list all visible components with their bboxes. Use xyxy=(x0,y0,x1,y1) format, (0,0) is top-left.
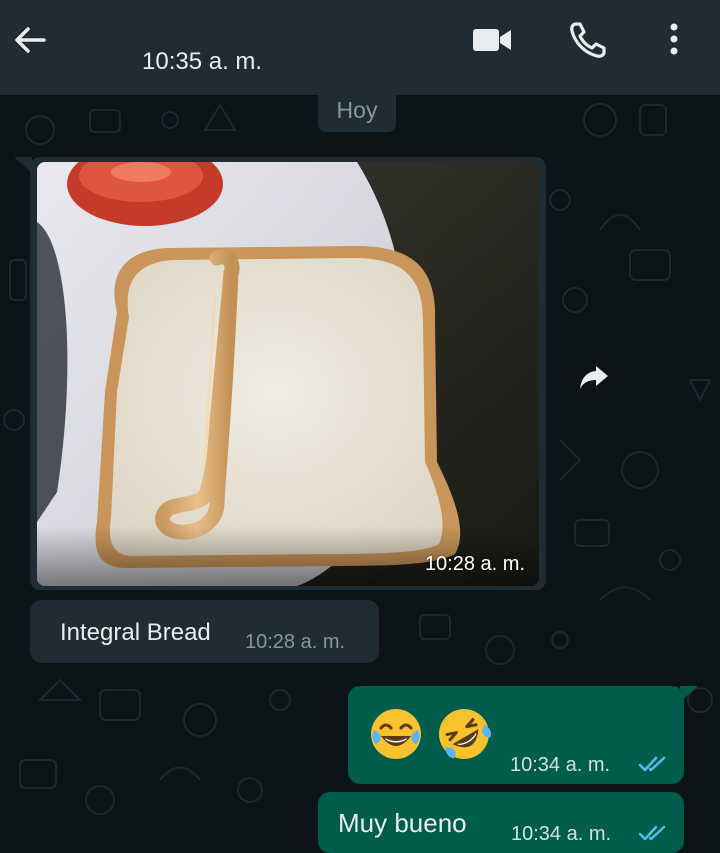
face-with-tears-of-joy-icon xyxy=(371,709,421,759)
message-timestamp: 10:34 a. m. xyxy=(511,823,612,845)
outgoing-text-bubble[interactable]: Muy bueno 10:34 a. m. xyxy=(318,792,684,853)
message-text: Integral Bread xyxy=(60,619,211,646)
forward-button[interactable] xyxy=(576,358,612,394)
bread-with-mustard-image xyxy=(37,162,539,586)
back-button[interactable] xyxy=(10,20,50,60)
rolling-on-floor-laughing-icon xyxy=(439,709,492,759)
header-subtitle-time: 10:35 a. m. xyxy=(142,48,263,75)
outgoing-emoji-bubble[interactable]: 10:34 a. m. xyxy=(348,686,684,784)
chat-header: 10:35 a. m. xyxy=(0,0,720,95)
photo-timestamp: 10:28 a. m. xyxy=(424,553,525,575)
message-timestamp: 10:28 a. m. xyxy=(245,631,346,653)
message-photo[interactable]: 10:28 a. m. xyxy=(37,162,539,586)
voice-call-button[interactable] xyxy=(566,18,610,62)
incoming-text-bubble[interactable]: Integral Bread 10:28 a. m. xyxy=(30,600,379,663)
double-check-read-icon xyxy=(638,825,666,841)
vertical-dots-icon xyxy=(670,23,678,55)
message-timestamp: 10:34 a. m. xyxy=(510,754,611,776)
day-separator: Hoy xyxy=(318,92,396,132)
video-camera-icon xyxy=(473,29,511,51)
arrow-left-icon xyxy=(15,27,46,53)
double-check-read-icon xyxy=(638,756,666,772)
message-text: Muy bueno xyxy=(338,808,467,838)
video-call-button[interactable] xyxy=(470,18,514,62)
menu-button[interactable] xyxy=(652,18,696,62)
phone-icon xyxy=(570,22,606,58)
share-forward-icon xyxy=(580,366,608,389)
